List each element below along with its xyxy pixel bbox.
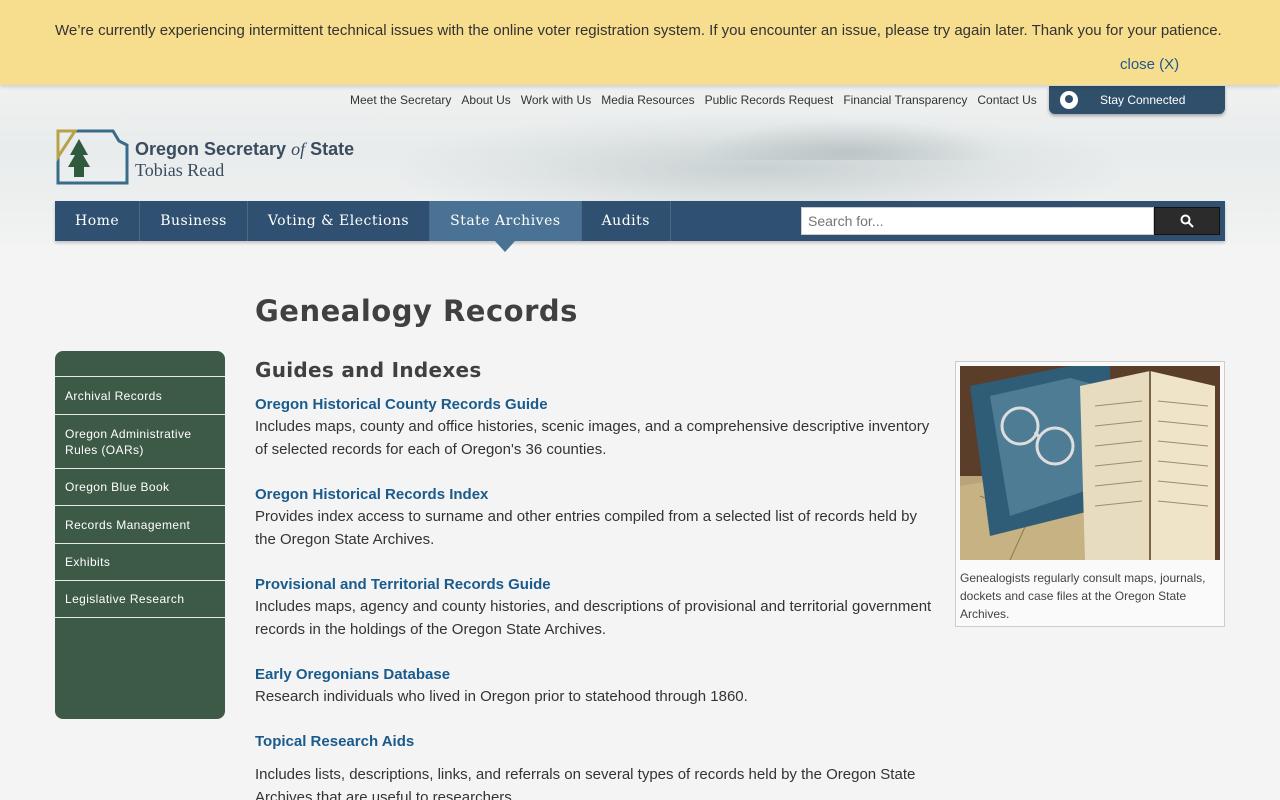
page-title: Genealogy Records: [255, 294, 578, 328]
nav-business[interactable]: Business: [140, 201, 248, 241]
link-historical-records-index[interactable]: Oregon Historical Records Index: [255, 486, 488, 503]
link-provisional-territorial-guide[interactable]: Provisional and Territorial Records Guid…: [255, 576, 551, 593]
desc-provisional-territorial-guide: Includes maps, agency and county histori…: [255, 598, 932, 638]
oregon-tree-logo-icon: [56, 129, 129, 185]
logo-title-suffix: State: [305, 139, 355, 159]
logo-subtitle: Tobias Read: [135, 160, 225, 180]
util-link-work-with-us[interactable]: Work with Us: [521, 93, 591, 107]
sidebar: Archival Records Oregon Administrative R…: [55, 351, 225, 719]
sidebar-item-oregon-blue-book[interactable]: Oregon Blue Book: [55, 468, 225, 505]
nav-audits[interactable]: Audits: [582, 201, 671, 241]
desc-historical-records-index: Provides index access to surname and oth…: [255, 508, 917, 548]
link-topical-research-aids[interactable]: Topical Research Aids: [255, 733, 414, 750]
link-county-records-guide[interactable]: Oregon Historical County Records Guide: [255, 396, 548, 413]
util-link-contact-us[interactable]: Contact Us: [977, 93, 1036, 107]
alert-message: We’re currently experiencing intermitten…: [55, 22, 1222, 39]
sidebar-item-legislative-research[interactable]: Legislative Research: [55, 580, 225, 618]
search-icon: [1180, 214, 1194, 228]
sidebar-item-oregon-administrative-rules[interactable]: Oregon Administrative Rules (OARs): [55, 414, 225, 468]
search-button[interactable]: [1154, 207, 1220, 235]
stay-connected-button[interactable]: Stay Connected: [1049, 86, 1225, 114]
genealogy-books-photo: [960, 366, 1220, 560]
site-logo[interactable]: Oregon Secretary of State Tobias Read: [55, 127, 375, 187]
search-input[interactable]: [801, 207, 1154, 235]
utility-nav: Meet the Secretary About Us Work with Us…: [350, 93, 1037, 107]
alert-banner: We’re currently experiencing intermitten…: [0, 0, 1280, 85]
util-link-financial-transparency[interactable]: Financial Transparency: [843, 93, 967, 107]
alert-close-link[interactable]: close (X): [1120, 56, 1179, 73]
logo-title-prefix: Oregon Secretary: [135, 139, 292, 159]
nav-voting-elections[interactable]: Voting & Elections: [248, 201, 431, 241]
figure-caption: Genealogists regularly consult maps, jou…: [960, 571, 1206, 621]
link-early-oregonians-database[interactable]: Early Oregonians Database: [255, 666, 450, 683]
sidebar-item-archival-records[interactable]: Archival Records: [55, 376, 225, 414]
util-link-public-records-request[interactable]: Public Records Request: [705, 93, 834, 107]
util-link-meet-the-secretary[interactable]: Meet the Secretary: [350, 93, 451, 107]
logo-title-of: of: [291, 139, 306, 159]
sidebar-item-records-management[interactable]: Records Management: [55, 505, 225, 543]
desc-early-oregonians-database: Research individuals who lived in Oregon…: [255, 688, 748, 705]
section-title: Guides and Indexes: [255, 358, 482, 382]
stay-connected-label: Stay Connected: [1100, 93, 1186, 107]
logo-title: Oregon Secretary of State: [135, 139, 354, 160]
nav-home[interactable]: Home: [55, 201, 141, 241]
feature-figure: Genealogists regularly consult maps, jou…: [955, 361, 1225, 627]
sidebar-item-exhibits[interactable]: Exhibits: [55, 543, 225, 580]
util-link-about-us[interactable]: About Us: [461, 93, 510, 107]
nav-state-archives[interactable]: State Archives: [430, 201, 582, 252]
util-link-media-resources[interactable]: Media Resources: [601, 93, 694, 107]
satellite-icon: [1060, 91, 1078, 109]
desc-topical-research-aids: Includes lists, descriptions, links, and…: [255, 766, 916, 800]
header-mountain-image: [700, 120, 1000, 160]
desc-county-records-guide: Includes maps, county and office histori…: [255, 418, 930, 458]
